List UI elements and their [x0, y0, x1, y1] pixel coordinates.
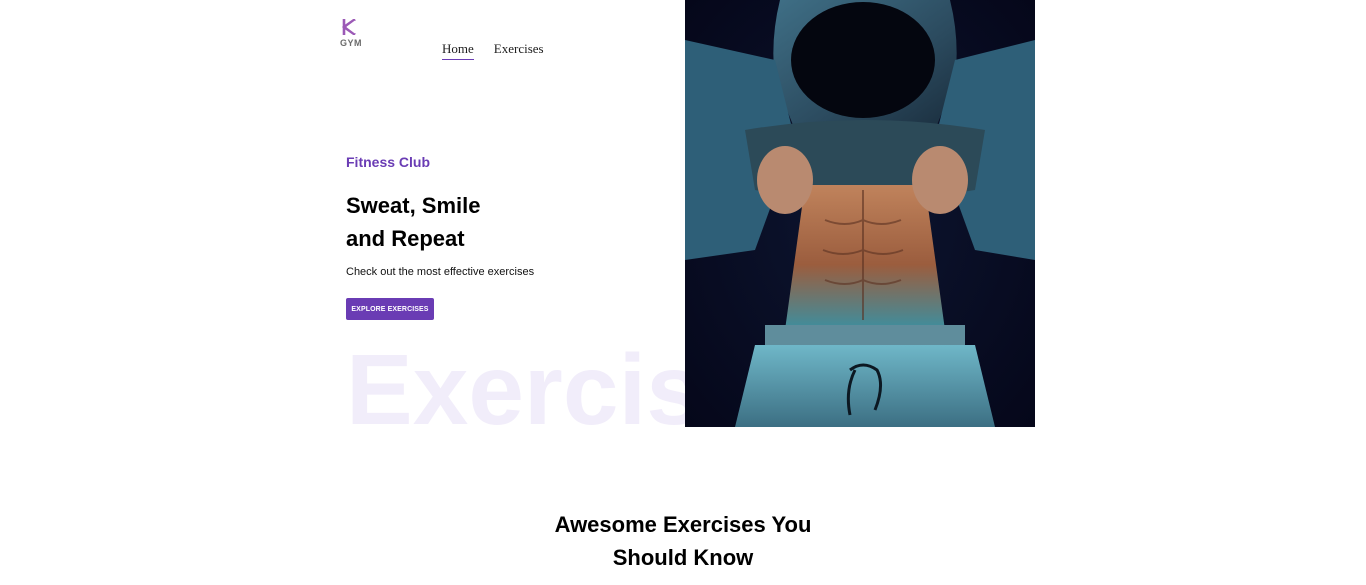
- brand-logo-text: GYM: [340, 38, 363, 48]
- hero-image: [685, 0, 1035, 427]
- page: GYM Home Exercises Exercise Fitness Club…: [0, 0, 1366, 585]
- nav-item-home[interactable]: Home: [442, 41, 474, 60]
- nav-item-exercises[interactable]: Exercises: [494, 41, 544, 60]
- hero-title: Sweat, Smile and Repeat: [346, 189, 596, 255]
- hero-subtitle: Check out the most effective exercises: [346, 266, 535, 278]
- hero-title-line2: and Repeat: [346, 226, 465, 251]
- brand-logo[interactable]: GYM: [340, 19, 368, 53]
- k-logo-icon: [342, 19, 356, 35]
- hero-title-line1: Sweat, Smile: [346, 193, 481, 218]
- section-title-line1: Awesome Exercises You: [554, 512, 812, 537]
- section-title-line2: Should Know: [612, 545, 754, 570]
- explore-exercises-button[interactable]: EXPLORE EXERCISES: [346, 298, 434, 320]
- hero-eyebrow: Fitness Club: [346, 154, 431, 170]
- main-nav: Home Exercises: [442, 41, 544, 60]
- section-title: Awesome Exercises You Should Know: [483, 508, 883, 574]
- hooded-athlete-photo: [685, 0, 1035, 427]
